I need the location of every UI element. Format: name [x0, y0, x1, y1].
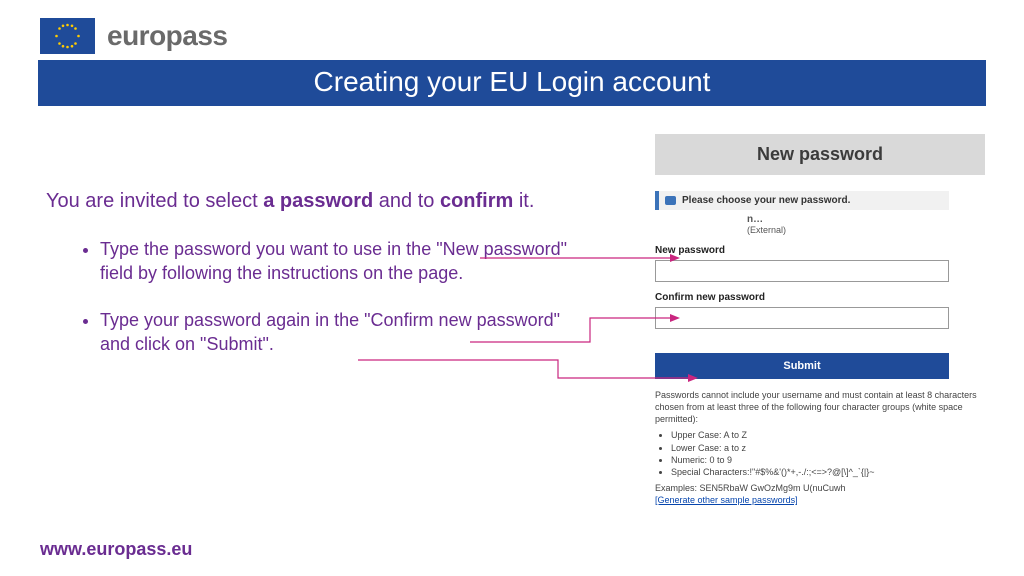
instructions: You are invited to select a password and… — [46, 190, 636, 378]
confirm-password-label: Confirm new password — [655, 292, 949, 303]
rule-item: Special Characters:!"#$%&'()*+,-./:;<=>?… — [671, 466, 979, 478]
new-password-field: New password — [655, 245, 949, 282]
intro-bold1: a password — [263, 190, 373, 212]
confirm-password-field: Confirm new password — [655, 292, 949, 329]
generate-passwords-link[interactable]: [Generate other sample passwords] — [655, 495, 798, 505]
panel-title: New password — [655, 134, 985, 175]
user-external-tag: (External) — [747, 225, 786, 235]
intro-line: You are invited to select a password and… — [46, 190, 636, 213]
user-meta: n… (External) — [747, 214, 985, 235]
intro-bold2: confirm — [440, 190, 513, 212]
list-item: Type your password again in the "Confirm… — [100, 308, 636, 357]
page-title: Creating your EU Login account — [38, 60, 986, 106]
rule-item: Numeric: 0 to 9 — [671, 454, 979, 466]
new-password-input[interactable] — [655, 260, 949, 282]
bullet-list: Type the password you want to use in the… — [100, 237, 636, 356]
rules-intro: Passwords cannot include your username a… — [655, 389, 979, 425]
rule-item: Lower Case: a to z — [671, 442, 979, 454]
info-banner: Please choose your new password. — [655, 191, 949, 210]
eu-flag-icon — [40, 18, 95, 54]
new-password-panel: New password Please choose your new pass… — [655, 134, 985, 506]
speech-bubble-icon — [665, 196, 676, 205]
brand-text: europass — [107, 20, 228, 52]
banner-text: Please choose your new password. — [682, 195, 850, 206]
intro-post: it. — [513, 190, 534, 212]
footer-url: www.europass.eu — [40, 539, 192, 560]
content: You are invited to select a password and… — [0, 134, 1024, 494]
confirm-password-input[interactable] — [655, 307, 949, 329]
intro-mid: and to — [373, 190, 440, 212]
rules-examples: Examples: SEN5RbaW GwOzMg9m U(nuCuwh — [655, 482, 979, 494]
submit-button[interactable]: Submit — [655, 353, 949, 379]
list-item: Type the password you want to use in the… — [100, 237, 636, 286]
rule-item: Upper Case: A to Z — [671, 429, 979, 441]
intro-pre: You are invited to select — [46, 190, 263, 212]
header: europass — [0, 0, 1024, 60]
new-password-label: New password — [655, 245, 949, 256]
user-name-short: n… — [747, 214, 985, 225]
password-rules: Passwords cannot include your username a… — [655, 389, 979, 506]
